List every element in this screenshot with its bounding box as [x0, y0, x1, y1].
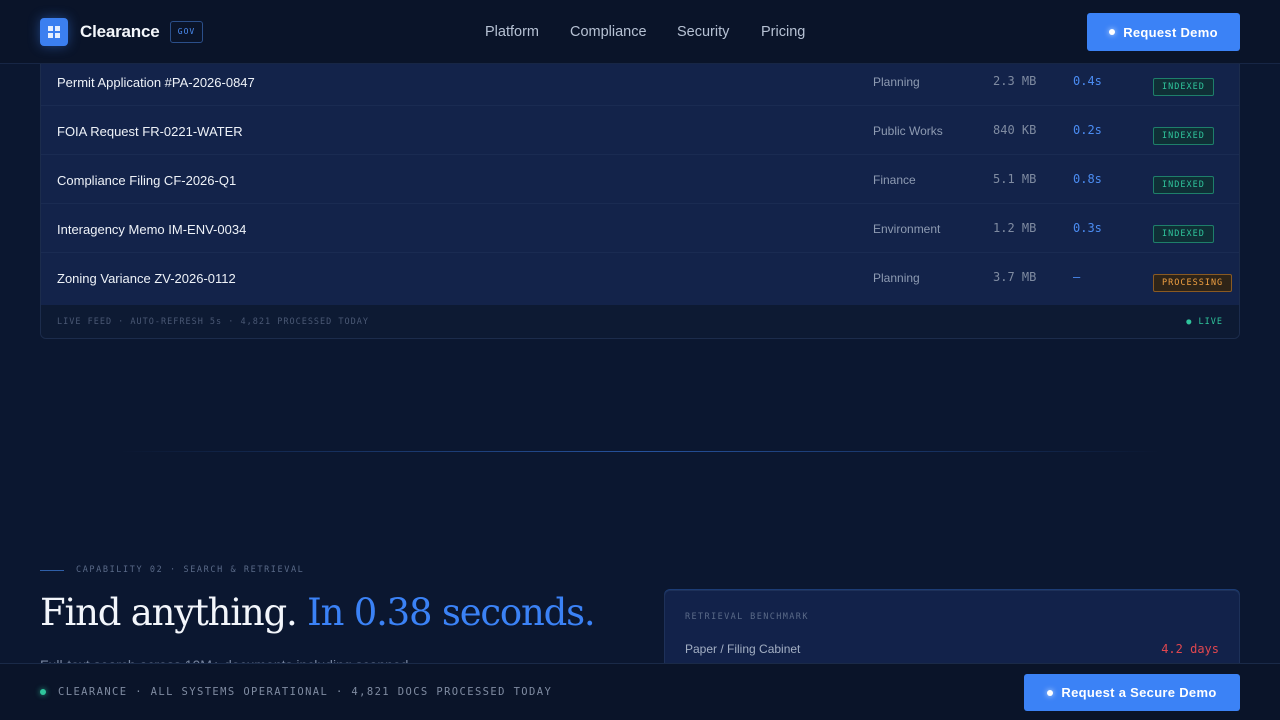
doc-dept: Planning [873, 271, 920, 285]
doc-name: Interagency Memo IM-ENV-0034 [57, 222, 247, 237]
logo-grid-icon[interactable] [40, 18, 68, 46]
table-row[interactable]: Zoning Variance ZV-2026-0112 Planning 3.… [41, 253, 1239, 305]
table-row[interactable]: Compliance Filing CF-2026-Q1 Finance 5.1… [41, 155, 1239, 204]
table-row[interactable]: FOIA Request FR-0221-WATER Public Works … [41, 106, 1239, 155]
section-headline: Find anything. In 0.38 seconds. [40, 591, 596, 634]
live-indicator: ● LIVE [1186, 317, 1223, 327]
dot-icon [1047, 689, 1054, 696]
doc-dept: Public Works [873, 124, 943, 138]
doc-size: 3.7 MB [993, 270, 1037, 284]
doc-name: Permit Application #PA-2026-0847 [57, 75, 255, 90]
table-footer: LIVE FEED · AUTO-REFRESH 5s · 4,821 PROC… [41, 305, 1239, 338]
table-row[interactable]: Interagency Memo IM-ENV-0034 Environment… [41, 204, 1239, 253]
doc-time: 0.8s [1073, 172, 1102, 186]
nav-link-platform[interactable]: Platform [485, 24, 539, 40]
headline-accent: In 0.38 seconds. [307, 591, 595, 634]
status-badge: INDEXED [1153, 176, 1214, 194]
doc-size: 1.2 MB [993, 221, 1037, 235]
status-badge: INDEXED [1153, 127, 1214, 145]
doc-size: 2.3 MB [993, 74, 1037, 88]
benchmark-row-label: Paper / Filing Cabinet [685, 642, 801, 656]
status-badge: INDEXED [1153, 225, 1214, 243]
doc-time: 0.2s [1073, 123, 1102, 137]
doc-time: 0.3s [1073, 221, 1102, 235]
doc-name: Zoning Variance ZV-2026-0112 [57, 271, 236, 286]
nav-link-pricing[interactable]: Pricing [761, 24, 805, 40]
dot-icon [1109, 29, 1116, 35]
benchmark-title: RETRIEVAL BENCHMARK [685, 612, 809, 622]
doc-name: Compliance Filing CF-2026-Q1 [57, 173, 237, 188]
doc-dept: Planning [873, 75, 920, 89]
headline-main: Find anything. [40, 591, 298, 634]
benchmark-row-value: 4.2 days [1161, 642, 1219, 656]
status-dot-icon [40, 689, 46, 695]
doc-time: — [1073, 270, 1081, 284]
doc-dept: Finance [873, 173, 916, 187]
nav-link-compliance[interactable]: Compliance [570, 24, 647, 40]
section-divider [120, 451, 1160, 452]
eyebrow-line [40, 570, 64, 571]
bottom-status-bar: CLEARANCE · ALL SYSTEMS OPERATIONAL · 4,… [0, 663, 1280, 720]
capability-label: CAPABILITY 02 · SEARCH & RETRIEVAL [76, 565, 305, 575]
live-feed-text: LIVE FEED · AUTO-REFRESH 5s · 4,821 PROC… [57, 317, 369, 327]
gov-badge: GOV [170, 21, 203, 43]
doc-time: 0.4s [1073, 74, 1102, 88]
doc-size: 5.1 MB [993, 172, 1037, 186]
status-badge: INDEXED [1153, 78, 1214, 96]
table-row[interactable]: Permit Application #PA-2026-0847 Plannin… [41, 57, 1239, 106]
request-demo-label: Request Demo [1123, 24, 1218, 40]
documents-table: Permit Application #PA-2026-0847 Plannin… [40, 50, 1240, 339]
request-secure-demo-button[interactable]: Request a Secure Demo [1024, 674, 1240, 711]
brand-name[interactable]: Clearance [80, 22, 160, 42]
request-secure-demo-label: Request a Secure Demo [1061, 685, 1217, 700]
top-navigation: Clearance GOV Platform Compliance Securi… [0, 0, 1280, 64]
nav-link-security[interactable]: Security [677, 24, 729, 40]
doc-dept: Environment [873, 222, 941, 236]
status-badge: PROCESSING [1153, 274, 1233, 292]
doc-size: 840 KB [993, 123, 1037, 137]
request-demo-button[interactable]: Request Demo [1087, 13, 1240, 51]
system-status-text: CLEARANCE · ALL SYSTEMS OPERATIONAL · 4,… [58, 686, 553, 698]
doc-name: FOIA Request FR-0221-WATER [57, 124, 243, 139]
